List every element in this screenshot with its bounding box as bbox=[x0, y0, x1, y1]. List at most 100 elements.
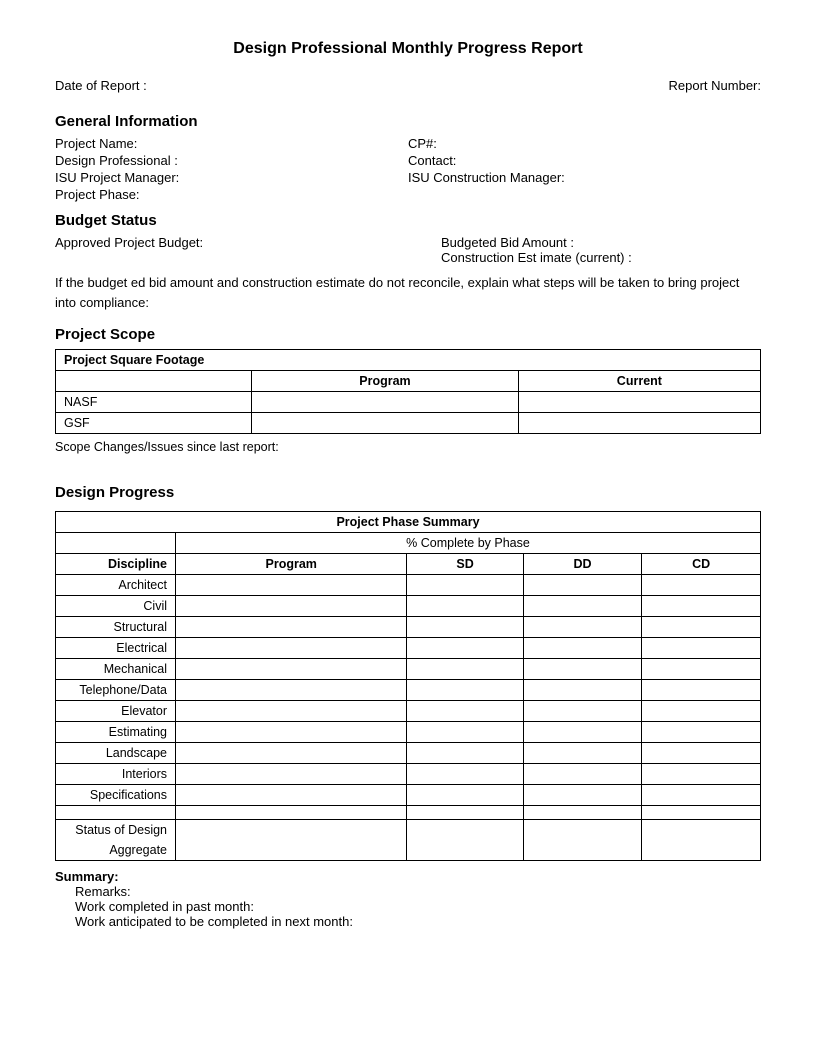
nasf-current bbox=[518, 392, 760, 413]
scope-col-empty bbox=[56, 371, 252, 392]
architect-cd bbox=[642, 575, 761, 596]
telephone-cd bbox=[642, 680, 761, 701]
discipline-structural: Structural bbox=[56, 617, 176, 638]
estimating-cd bbox=[642, 722, 761, 743]
nasf-label: NASF bbox=[56, 392, 252, 413]
civil-cd bbox=[642, 596, 761, 617]
summary-heading: Summary: bbox=[55, 869, 119, 884]
structural-cd bbox=[642, 617, 761, 638]
project-phase-row: Project Phase: bbox=[55, 187, 408, 202]
scope-col-program: Program bbox=[252, 371, 519, 392]
col-dd: DD bbox=[523, 554, 642, 575]
isu-construction-manager-label: ISU Construction Manager: bbox=[408, 170, 565, 185]
date-of-report-label: Date of Report : bbox=[55, 78, 147, 93]
discipline-civil: Civil bbox=[56, 596, 176, 617]
elevator-program bbox=[176, 701, 407, 722]
cp-label: CP#: bbox=[408, 136, 437, 151]
table-row: Interiors bbox=[56, 764, 761, 785]
summary-section: Summary: Remarks: Work completed in past… bbox=[55, 869, 761, 929]
discipline-interiors: Interiors bbox=[56, 764, 176, 785]
specifications-dd bbox=[523, 785, 642, 806]
discipline-electrical: Electrical bbox=[56, 638, 176, 659]
gsf-current bbox=[518, 413, 760, 434]
gsf-row: GSF bbox=[56, 413, 761, 434]
project-scope-section: Project Scope Project Square Footage Pro… bbox=[55, 326, 761, 454]
general-info-grid: Project Name: CP#: Design Professional :… bbox=[55, 136, 761, 202]
architect-dd bbox=[523, 575, 642, 596]
interiors-sd bbox=[407, 764, 523, 785]
budget-note: If the budget ed bid amount and construc… bbox=[55, 273, 761, 312]
interiors-cd bbox=[642, 764, 761, 785]
specifications-sd bbox=[407, 785, 523, 806]
empty-row-1 bbox=[56, 806, 761, 820]
isu-construction-manager-row: ISU Construction Manager: bbox=[408, 170, 761, 185]
table-row: Landscape bbox=[56, 743, 761, 764]
architect-sd bbox=[407, 575, 523, 596]
landscape-sd bbox=[407, 743, 523, 764]
scope-main-header-row: Project Square Footage bbox=[56, 350, 761, 371]
approved-project-budget-label: Approved Project Budget: bbox=[55, 235, 203, 265]
table-row: Civil bbox=[56, 596, 761, 617]
civil-dd bbox=[523, 596, 642, 617]
construction-est-label: Construction Est imate (current) : bbox=[441, 250, 761, 265]
gsf-program bbox=[252, 413, 519, 434]
structural-program bbox=[176, 617, 407, 638]
col-sd: SD bbox=[407, 554, 523, 575]
discipline-header-row: Discipline Program SD DD CD bbox=[56, 554, 761, 575]
elevator-sd bbox=[407, 701, 523, 722]
discipline-landscape: Landscape bbox=[56, 743, 176, 764]
nasf-row: NASF bbox=[56, 392, 761, 413]
discipline-architect: Architect bbox=[56, 575, 176, 596]
elevator-cd bbox=[642, 701, 761, 722]
status-design-dd bbox=[523, 820, 642, 861]
project-scope-heading: Project Scope bbox=[55, 326, 761, 343]
mechanical-sd bbox=[407, 659, 523, 680]
nasf-program bbox=[252, 392, 519, 413]
table-row: Specifications bbox=[56, 785, 761, 806]
remarks-label: Remarks: bbox=[75, 884, 761, 899]
specifications-program bbox=[176, 785, 407, 806]
civil-sd bbox=[407, 596, 523, 617]
mechanical-program bbox=[176, 659, 407, 680]
interiors-program bbox=[176, 764, 407, 785]
project-phase-summary-table: Project Phase Summary % Complete by Phas… bbox=[55, 511, 761, 861]
gsf-label: GSF bbox=[56, 413, 252, 434]
contact-label: Contact: bbox=[408, 153, 456, 168]
design-progress-heading: Design Progress bbox=[55, 484, 761, 501]
structural-sd bbox=[407, 617, 523, 638]
table-row: Electrical bbox=[56, 638, 761, 659]
status-design-sd bbox=[407, 820, 523, 861]
interiors-dd bbox=[523, 764, 642, 785]
design-progress-section: Design Progress Project Phase Summary % … bbox=[55, 484, 761, 929]
telephone-dd bbox=[523, 680, 642, 701]
electrical-cd bbox=[642, 638, 761, 659]
telephone-program bbox=[176, 680, 407, 701]
budgeted-bid-label: Budgeted Bid Amount : bbox=[441, 235, 761, 250]
phase-summary-title-row: Project Phase Summary bbox=[56, 512, 761, 533]
work-anticipated-label: Work anticipated to be completed in next… bbox=[75, 914, 761, 929]
budget-status-heading: Budget Status bbox=[55, 212, 761, 229]
table-row: Mechanical bbox=[56, 659, 761, 680]
table-row: Architect bbox=[56, 575, 761, 596]
estimating-sd bbox=[407, 722, 523, 743]
project-phase-label: Project Phase: bbox=[55, 187, 140, 202]
discipline-telephone-data: Telephone/Data bbox=[56, 680, 176, 701]
pct-empty-cell bbox=[56, 533, 176, 554]
isu-project-manager-row: ISU Project Manager: bbox=[55, 170, 408, 185]
page-title: Design Professional Monthly Progress Rep… bbox=[55, 40, 761, 58]
scope-main-header: Project Square Footage bbox=[56, 350, 761, 371]
discipline-elevator: Elevator bbox=[56, 701, 176, 722]
civil-program bbox=[176, 596, 407, 617]
table-row: Estimating bbox=[56, 722, 761, 743]
table-row: Telephone/Data bbox=[56, 680, 761, 701]
status-design-label: Status of Design bbox=[56, 820, 176, 841]
landscape-program bbox=[176, 743, 407, 764]
mechanical-cd bbox=[642, 659, 761, 680]
contact-row: Contact: bbox=[408, 153, 761, 168]
discipline-estimating: Estimating bbox=[56, 722, 176, 743]
aggregate-label: Aggregate bbox=[56, 840, 176, 861]
isu-project-manager-label: ISU Project Manager: bbox=[55, 170, 179, 185]
scope-changes-label: Scope Changes/Issues since last report: bbox=[55, 440, 761, 454]
status-design-program bbox=[176, 820, 407, 861]
telephone-sd bbox=[407, 680, 523, 701]
